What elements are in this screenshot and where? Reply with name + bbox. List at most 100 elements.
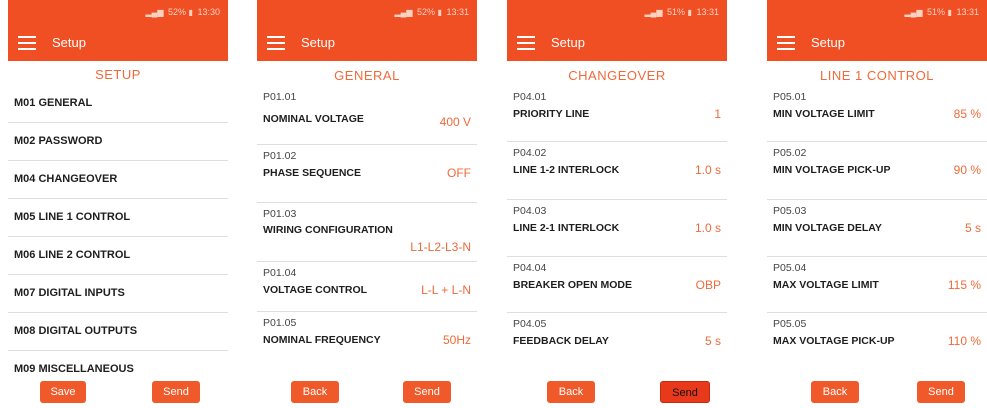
param-value: 5 s [704,334,721,348]
section-title: CHANGEOVER [568,68,666,83]
section-title: LINE 1 CONTROL [820,68,934,83]
param-value: OFF [447,166,471,180]
signal-icon: ▂▄▆ [145,8,164,17]
battery-level: 51% [667,7,686,17]
app-title: Setup [301,35,335,50]
phone-screen-changeover: ▂▄▆ 51% ▮ 13:31 Setup CHANGEOVER P04.01 … [507,0,727,408]
param-row[interactable]: P05.03 MIN VOLTAGE DELAY 5 s [767,200,987,257]
menu-item-line2-control[interactable]: M06 LINE 2 CONTROL [8,237,228,275]
signal-icon: ▂▄▆ [644,8,663,17]
param-code: P05.03 [773,205,807,217]
status-bar: ▂▄▆ 52% ▮ 13:30 [8,0,228,24]
battery-level: 52% [168,7,187,17]
save-button[interactable]: Save [40,381,86,403]
param-row[interactable]: P04.05 FEEDBACK DELAY 5 s [507,313,727,367]
param-name: LINE 2-1 INTERLOCK [513,222,620,234]
menu-item-digital-outputs[interactable]: M08 DIGITAL OUTPUTS [8,313,228,351]
param-code: P05.02 [773,147,807,159]
hamburger-menu-icon[interactable] [777,35,795,50]
param-code: P01.02 [263,150,297,162]
battery-icon: ▮ [437,8,442,17]
param-name: BREAKER OPEN MODE [513,279,633,291]
param-name: WIRING CONFIGURATION [263,224,393,236]
section-title: GENERAL [334,68,400,83]
param-name: MIN VOLTAGE PICK-UP [773,164,891,176]
send-button[interactable]: Send [660,381,710,403]
param-code: P05.04 [773,262,807,274]
bottom-bar: Save Send [8,377,228,408]
param-row[interactable]: P05.04 MAX VOLTAGE LIMIT 115 % [767,257,987,313]
signal-icon: ▂▄▆ [394,8,413,17]
param-value: 110 % [947,334,981,348]
param-name: PHASE SEQUENCE [263,167,362,179]
param-name: MAX VOLTAGE PICK-UP [773,335,895,347]
param-name: PRIORITY LINE [513,108,590,120]
status-bar: ▂▄▆ 52% ▮ 13:31 [257,0,477,24]
param-row[interactable]: P01.05 NOMINAL FREQUENCY 50Hz [257,312,477,368]
menu-item-miscellaneous[interactable]: M09 MISCELLANEOUS [8,351,228,377]
parameter-list: LINE 1 CONTROL P05.01 MIN VOLTAGE LIMIT … [767,61,987,377]
param-row[interactable]: P01.02 PHASE SEQUENCE OFF [257,145,477,203]
battery-level: 52% [417,7,436,17]
param-code: P01.05 [263,317,297,329]
param-row[interactable]: P05.01 MIN VOLTAGE LIMIT 85 % [767,86,987,142]
param-name: NOMINAL VOLTAGE [263,113,364,125]
battery-level: 51% [927,7,946,17]
menu-item-password[interactable]: M02 PASSWORD [8,123,228,161]
menu-item-general[interactable]: M01 GENERAL [8,85,228,123]
status-bar: ▂▄▆ 51% ▮ 13:31 [507,0,727,24]
param-value: L1-L2-L3-N [410,240,471,254]
param-name: MIN VOLTAGE DELAY [773,222,882,234]
send-button[interactable]: Send [152,381,200,403]
param-name: NOMINAL FREQUENCY [263,334,381,346]
param-row[interactable]: P04.04 BREAKER OPEN MODE OBP [507,257,727,313]
param-row[interactable]: P01.04 VOLTAGE CONTROL L-L + L-N [257,262,477,312]
app-bar: Setup [8,24,228,61]
send-button[interactable]: Send [403,381,451,403]
send-button[interactable]: Send [917,381,965,403]
param-code: P01.01 [263,91,297,103]
param-row[interactable]: P01.03 WIRING CONFIGURATION L1-L2-L3-N [257,203,477,262]
param-name: MAX VOLTAGE LIMIT [773,279,879,291]
parameter-list: GENERAL P01.01 NOMINAL VOLTAGE 400 V P01… [257,61,477,377]
param-name: FEEDBACK DELAY [513,335,609,347]
status-bar: ▂▄▆ 51% ▮ 13:31 [767,0,987,24]
param-code: P04.04 [513,262,547,274]
param-code: P04.03 [513,205,547,217]
param-code: P04.01 [513,91,547,103]
menu-item-digital-inputs[interactable]: M07 DIGITAL INPUTS [8,275,228,313]
status-time: 13:31 [446,7,469,17]
param-row[interactable]: P01.01 NOMINAL VOLTAGE 400 V [257,86,477,145]
param-code: P05.05 [773,318,807,330]
back-button[interactable]: Back [547,381,595,403]
bottom-bar: Back Send [767,377,987,408]
param-row[interactable]: P05.02 MIN VOLTAGE PICK-UP 90 % [767,142,987,200]
status-time: 13:31 [956,7,979,17]
hamburger-menu-icon[interactable] [517,35,535,50]
app-bar: Setup [507,24,727,61]
menu-item-changeover[interactable]: M04 CHANGEOVER [8,161,228,199]
section-title: SETUP [95,67,141,82]
param-code: P04.05 [513,318,547,330]
param-value: 85 % [953,107,981,121]
phone-screen-line1-control: ▂▄▆ 51% ▮ 13:31 Setup LINE 1 CONTROL P05… [767,0,987,408]
param-code: P04.02 [513,147,547,159]
param-row[interactable]: P04.01 PRIORITY LINE 1 [507,86,727,142]
param-value: 115 % [947,278,981,292]
hamburger-menu-icon[interactable] [18,35,36,50]
hamburger-menu-icon[interactable] [267,35,285,50]
menu-item-line1-control[interactable]: M05 LINE 1 CONTROL [8,199,228,237]
back-button[interactable]: Back [811,381,859,403]
parameter-list: CHANGEOVER P04.01 PRIORITY LINE 1 P04.02… [507,61,727,377]
param-value: 400 V [439,115,471,129]
param-row[interactable]: P04.03 LINE 2-1 INTERLOCK 1.0 s [507,200,727,257]
param-value: 5 s [964,221,981,235]
param-value: L-L + L-N [421,283,471,297]
param-name: VOLTAGE CONTROL [263,284,368,296]
param-name: MIN VOLTAGE LIMIT [773,108,875,120]
phone-screen-general: ▂▄▆ 52% ▮ 13:31 Setup GENERAL P01.01 NOM… [257,0,477,408]
param-row[interactable]: P05.05 MAX VOLTAGE PICK-UP 110 % [767,313,987,367]
param-value: OBP [695,278,721,292]
param-row[interactable]: P04.02 LINE 1-2 INTERLOCK 1.0 s [507,142,727,200]
back-button[interactable]: Back [291,381,339,403]
